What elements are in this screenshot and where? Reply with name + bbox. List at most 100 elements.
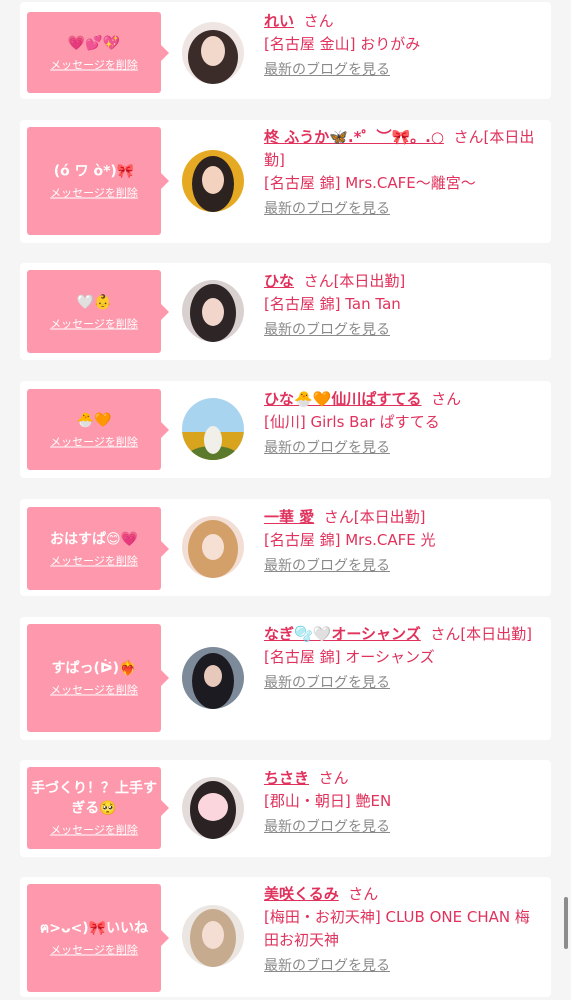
message-bubble-content: (ó ワ ò*)🎀 メッセージを削除	[27, 162, 161, 201]
name-line: 柊 ふうか🦋.*゜︶🎀。.○ さん[本日出勤]	[264, 126, 543, 172]
shop-label: [名古屋 錦] Mrs.CAFE 光	[264, 531, 436, 549]
scrollbar[interactable]	[564, 897, 568, 949]
latest-blog-link[interactable]: 最新のブログを見る	[264, 555, 390, 578]
cast-name-link[interactable]: ひな🐣🧡仙川ぱすてる	[264, 390, 422, 408]
message-text: 💗💕💖	[67, 35, 121, 51]
avatar[interactable]	[182, 516, 244, 578]
entry-info: 柊 ふうか🦋.*゜︶🎀。.○ さん[本日出勤] [名古屋 錦] Mrs.CAFE〜…	[264, 126, 543, 221]
message-card: おはすぱ😊💗 メッセージを削除 一華 愛 さん[本日出勤] [名古屋 錦] Mrs.C…	[20, 499, 551, 596]
message-card: (ó ワ ò*)🎀 メッセージを削除 柊 ふうか🦋.*゜︶🎀。.○ さん[本日出勤]…	[20, 120, 551, 243]
avatar-photo-shape	[202, 534, 224, 560]
message-text: 🤍👶	[76, 294, 112, 310]
latest-blog-link[interactable]: 最新のブログを見る	[264, 59, 390, 82]
delete-message-link[interactable]: メッセージを削除	[50, 435, 138, 449]
avatar[interactable]	[182, 398, 244, 460]
message-text: 手づくり！？上手すぎる🥺	[31, 780, 157, 817]
message-bubble-content: すぱっ(ᐖ)❤️‍🔥 メッセージを削除	[27, 659, 161, 698]
message-bubble: 手づくり！？上手すぎる🥺 メッセージを削除	[27, 767, 169, 849]
status-label: [本日出勤]	[353, 508, 426, 526]
honorific-label: さん	[303, 272, 334, 290]
message-card: 手づくり！？上手すぎる🥺 メッセージを削除 ちさき さん [郡山・朝日] 艶EN 最新の…	[20, 760, 551, 857]
delete-message-link[interactable]: メッセージを削除	[50, 58, 138, 72]
avatar[interactable]	[182, 150, 244, 212]
entry-info: ひな🐣🧡仙川ぱすてる さん [仙川] Girls Bar ぱすてる 最新のブログを見…	[264, 388, 543, 460]
cast-name-link[interactable]: なぎ🫧🤍オーシャンズ	[264, 625, 421, 643]
delete-message-link[interactable]: メッセージを削除	[50, 824, 138, 838]
honorific-label: さん	[453, 128, 484, 146]
avatar-photo-shape	[204, 426, 222, 454]
name-line: ちさき さん	[264, 767, 543, 790]
message-card: すぱっ(ᐖ)❤️‍🔥 メッセージを削除 なぎ🫧🤍オーシャンズ さん[本日出勤] [名古…	[20, 617, 551, 740]
message-text: (ó ワ ò*)🎀	[53, 163, 135, 180]
cast-name-link[interactable]: ひな	[264, 272, 294, 290]
message-text: 🐣🧡	[76, 412, 112, 428]
message-card: 💗💕💖 メッセージを削除 れい さん [名古屋 金山] おりがみ 最新のブログを見る	[20, 2, 551, 99]
avatar-photo-shape	[202, 921, 224, 949]
avatar-photo-shape	[204, 665, 222, 687]
latest-blog-link[interactable]: 最新のブログを見る	[264, 198, 390, 221]
avatar-photo-shape	[202, 166, 224, 194]
delete-message-link[interactable]: メッセージを削除	[50, 187, 138, 201]
avatar-photo-shape	[198, 793, 228, 821]
shop-label: [名古屋 錦] Tan Tan	[264, 295, 401, 313]
honorific-label: さん	[430, 625, 461, 643]
avatar-photo-shape	[202, 298, 224, 326]
message-bubble: ฅ>ᴗ<)🎀いいね メッセージを削除	[27, 884, 169, 992]
delete-message-link[interactable]: メッセージを削除	[50, 684, 138, 698]
entry-info: 一華 愛 さん[本日出勤] [名古屋 錦] Mrs.CAFE 光最新のブログを見る	[264, 506, 543, 578]
message-bubble: (ó ワ ò*)🎀 メッセージを削除	[27, 127, 169, 235]
message-bubble: 🐣🧡 メッセージを削除	[27, 389, 169, 470]
message-bubble-content: 🐣🧡 メッセージを削除	[27, 410, 161, 449]
latest-blog-link[interactable]: 最新のブログを見る	[264, 955, 390, 978]
message-bubble: 🤍👶 メッセージを削除	[27, 270, 169, 353]
message-bubble-content: 🤍👶 メッセージを削除	[27, 292, 161, 331]
shop-label: [仙川] Girls Bar ぱすてる	[264, 413, 440, 431]
message-bubble: おはすぱ😊💗 メッセージを削除	[27, 507, 169, 590]
message-bubble-content: 💗💕💖 メッセージを削除	[27, 33, 161, 72]
entry-info: れい さん [名古屋 金山] おりがみ 最新のブログを見る	[264, 10, 543, 82]
message-text: おはすぱ😊💗	[49, 531, 139, 547]
entry-info: 美咲くるみ さん [梅田・お初天神] CLUB ONE CHAN 梅田お初天神 最新…	[264, 883, 543, 978]
name-line: れい さん	[264, 10, 543, 33]
avatar[interactable]	[182, 905, 244, 967]
message-bubble-content: ฅ>ᴗ<)🎀いいね メッセージを削除	[27, 919, 161, 958]
entry-info: ちさき さん [郡山・朝日] 艶EN 最新のブログを見る	[264, 767, 543, 839]
shop-label: [郡山・朝日] 艶EN	[264, 792, 392, 810]
name-line: ひな さん[本日出勤]	[264, 270, 543, 293]
delete-message-link[interactable]: メッセージを削除	[50, 554, 138, 568]
shop-label: [名古屋 錦] オーシャンズ	[264, 648, 435, 666]
cast-name-link[interactable]: れい	[264, 12, 294, 30]
latest-blog-link[interactable]: 最新のブログを見る	[264, 319, 390, 342]
cast-name-link[interactable]: 一華 愛	[264, 508, 314, 526]
honorific-label: さん	[318, 769, 349, 787]
message-text: すぱっ(ᐖ)❤️‍🔥	[51, 660, 137, 677]
avatar[interactable]	[182, 280, 244, 342]
shop-label: [梅田・お初天神] CLUB ONE CHAN 梅田お初天神	[264, 908, 530, 949]
status-label: [本日出勤]	[333, 272, 406, 290]
latest-blog-link[interactable]: 最新のブログを見る	[264, 816, 390, 839]
entry-info: なぎ🫧🤍オーシャンズ さん[本日出勤] [名古屋 錦] オーシャンズ最新のブログを…	[264, 623, 543, 695]
avatar-photo-shape	[201, 36, 225, 66]
delete-message-link[interactable]: メッセージを削除	[50, 944, 138, 958]
name-line: 美咲くるみ さん	[264, 883, 543, 906]
cast-name-link[interactable]: ちさき	[264, 769, 309, 787]
latest-blog-link[interactable]: 最新のブログを見る	[264, 672, 390, 695]
avatar[interactable]	[182, 777, 244, 839]
honorific-label: さん	[323, 508, 354, 526]
name-line: 一華 愛 さん[本日出勤]	[264, 506, 543, 529]
honorific-label: さん	[348, 885, 379, 903]
avatar[interactable]	[182, 22, 244, 84]
entry-info: ひな さん[本日出勤] [名古屋 錦] Tan Tan 最新のブログを見る	[264, 270, 543, 342]
latest-blog-link[interactable]: 最新のブログを見る	[264, 437, 390, 460]
avatar[interactable]	[182, 647, 244, 709]
message-bubble-content: 手づくり！？上手すぎる🥺 メッセージを削除	[27, 779, 161, 838]
cast-name-link[interactable]: 美咲くるみ	[264, 885, 339, 903]
cast-name-link[interactable]: 柊 ふうか🦋.*゜︶🎀。.○	[264, 128, 444, 146]
delete-message-link[interactable]: メッセージを削除	[50, 317, 138, 331]
name-line: なぎ🫧🤍オーシャンズ さん[本日出勤]	[264, 623, 543, 646]
message-card: 🐣🧡 メッセージを削除 ひな🐣🧡仙川ぱすてる さん [仙川] Girls Bar ぱす…	[20, 381, 551, 478]
message-text: ฅ>ᴗ<)🎀いいね	[39, 920, 149, 937]
status-label: [本日出勤]	[460, 625, 533, 643]
message-bubble-content: おはすぱ😊💗 メッセージを削除	[27, 529, 161, 568]
shop-label: [名古屋 錦] Mrs.CAFE〜離宮〜	[264, 174, 476, 192]
